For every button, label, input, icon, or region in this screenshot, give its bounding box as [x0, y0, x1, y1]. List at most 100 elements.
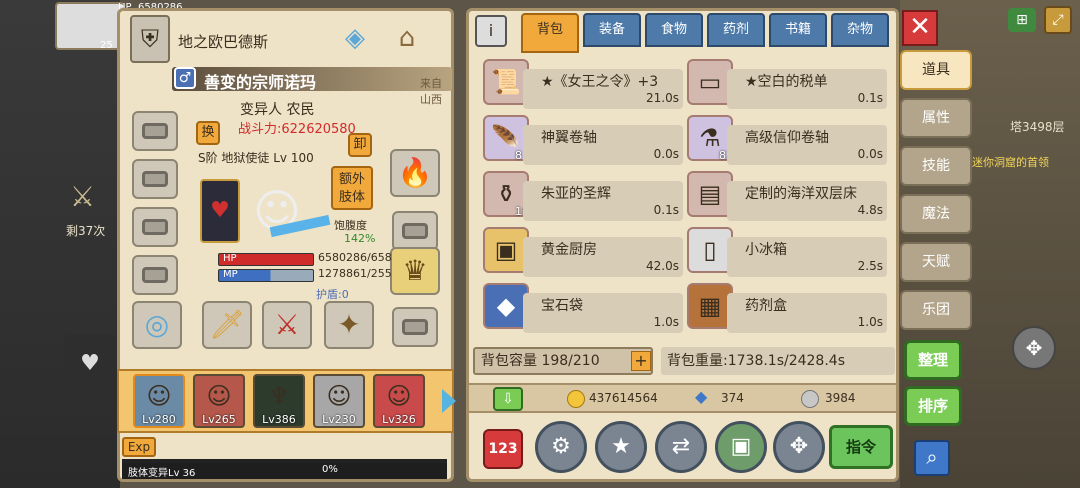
crystal-icon[interactable]: ◈ [334, 17, 376, 59]
lock-icon [142, 171, 168, 187]
extra-limb-button[interactable]: 额外肢体 [331, 166, 373, 210]
heart-icon[interactable]: ♥ [64, 334, 116, 394]
network-icon[interactable]: ⊞ [1008, 8, 1036, 32]
guild-emblem-icon[interactable]: ⛨ [130, 15, 170, 63]
expand-icon[interactable]: ⤢ [1044, 6, 1072, 34]
inventory-panel: i 背包 装备 食物 药剂 书籍 杂物 📜 ★《女王之令》+3 21.0s ▭ ★空白… [466, 8, 899, 482]
party-level: Lv230 [322, 413, 356, 426]
inventory-item[interactable]: 📜 ★《女王之令》+3 21.0s [483, 59, 683, 111]
silver-amount: 3984 [825, 391, 856, 405]
numbered-list-icon[interactable]: 123 [483, 429, 523, 469]
joystick-icon[interactable]: ✥ [1012, 326, 1056, 370]
gold-amount: 437614564 [589, 391, 658, 405]
bag-capacity: 背包容量 198/210 + [473, 347, 653, 375]
inventory-item[interactable]: ▦ 药剂盒 1.0s [687, 283, 887, 335]
unequip-button[interactable]: 卸 [348, 133, 372, 157]
locked-slot[interactable] [392, 211, 438, 251]
side-tab-magic[interactable]: 魔法 [900, 194, 972, 234]
compass-icon[interactable]: ✥ [773, 421, 825, 473]
bag-weight: 背包重量:1738.1s/2428.4s [661, 347, 895, 375]
hp-bar: HP [218, 253, 314, 266]
blade-equip-icon[interactable]: ⚔ [262, 301, 312, 349]
diamond-amount: 374 [721, 391, 744, 405]
inventory-item[interactable]: ⚗ 82 高级信仰卷轴 0.0s [687, 115, 887, 167]
locked-slot[interactable] [132, 207, 178, 247]
crossed-swords-icon[interactable]: ⚔ [70, 180, 95, 213]
locked-slot[interactable] [132, 159, 178, 199]
diamond-icon: ◆ [695, 387, 708, 406]
tab-books[interactable]: 书籍 [769, 13, 827, 47]
inventory-item[interactable]: ▭ ★空白的税单 0.1s [687, 59, 887, 111]
satiety-value: 142% [344, 232, 376, 245]
lock-icon [142, 267, 168, 283]
player-level: 25 [100, 40, 113, 51]
side-tab-band[interactable]: 乐团 [900, 290, 972, 330]
remaining-count: 剩37次 [66, 224, 106, 238]
currency-row: ⇩ 437614564 ◆ 374 3984 [469, 383, 896, 413]
command-button[interactable]: 指令 [829, 425, 893, 469]
flame-wing-icon[interactable]: 🔥 [390, 149, 440, 197]
tab-food[interactable]: 食物 [645, 13, 703, 47]
hero-title: S阶 地狱使徒 Lv 100 [198, 151, 314, 165]
close-icon[interactable]: ✕ [902, 10, 938, 46]
swap-button[interactable]: 换 [196, 121, 220, 145]
star-icon[interactable]: ★ [595, 421, 647, 473]
inventory-item[interactable]: ⚱ 16 朱亚的圣辉 0.1s [483, 171, 683, 223]
side-tab-talent[interactable]: 天赋 [900, 242, 972, 282]
player-portrait[interactable] [55, 2, 125, 50]
search-icon[interactable]: ⌕ [914, 440, 950, 476]
locked-slot[interactable] [132, 111, 178, 151]
side-tab-attributes[interactable]: 属性 [900, 98, 972, 138]
ring-icon[interactable]: ◎ [132, 301, 182, 349]
satiety-label: 饱腹度 [334, 219, 367, 232]
info-icon[interactable]: i [475, 15, 507, 47]
locked-slot[interactable] [132, 255, 178, 295]
inventory-item[interactable]: 🪶 8 神翼卷轴 0.0s [483, 115, 683, 167]
mp-value: 1278861/255 [318, 267, 392, 280]
party-member[interactable]: ☺ Lv280 [133, 374, 185, 428]
settings-gear-icon[interactable]: ⚙ [535, 421, 587, 473]
tab-equipment[interactable]: 装备 [583, 13, 641, 47]
side-tab-items[interactable]: 道具 [900, 50, 972, 90]
side-tab-skills[interactable]: 技能 [900, 146, 972, 186]
party-level: Lv280 [142, 413, 176, 426]
inventory-item[interactable]: ▤ 定制的海洋双层床 4.8s [687, 171, 887, 223]
expand-plus-icon[interactable]: + [631, 351, 651, 371]
download-icon[interactable]: ⇩ [493, 387, 523, 411]
lock-icon [402, 319, 428, 335]
party-avatar: ☺ [206, 382, 232, 410]
sword-equip-icon[interactable]: 🗡 [202, 301, 252, 349]
mp-bar: MP [218, 269, 314, 282]
scene-left [0, 0, 120, 488]
party-avatar: ♆ [268, 382, 290, 410]
party-next-arrow-icon[interactable] [442, 389, 456, 413]
inventory-item[interactable]: ▣ 黄金厨房 42.0s [483, 227, 683, 279]
party-avatar: ☺ [386, 382, 412, 410]
swap-arrows-icon[interactable]: ⇄ [655, 421, 707, 473]
party-member[interactable]: ☺ Lv265 [193, 374, 245, 428]
party-member[interactable]: ☺ Lv326 [373, 374, 425, 428]
party-row: ☺ Lv280 ☺ Lv265 ♆ Lv386 ☺ Lv230 ☺ Lv326 [117, 369, 454, 433]
limb-percent: 0% [322, 464, 338, 475]
locked-slot[interactable] [392, 307, 438, 347]
inventory-item[interactable]: ▯ 小冰箱 2.5s [687, 227, 887, 279]
party-member[interactable]: ♆ Lv386 [253, 374, 305, 428]
inventory-item[interactable]: ◆ 宝石袋 1.0s [483, 283, 683, 335]
tab-misc[interactable]: 杂物 [831, 13, 889, 47]
organize-button[interactable]: 整理 [904, 340, 962, 380]
race-class: 变异人 农民 [240, 102, 315, 118]
hero-avatar: ☺ [253, 184, 301, 238]
picture-icon[interactable]: ▣ [715, 421, 767, 473]
party-avatar: ☺ [146, 382, 172, 410]
character-panel: ⛨ 地之欧巴德斯 ◈ ⌂ ♂ 善变的宗师诺玛 来自山西 变异人 农民 战斗力:6… [117, 8, 456, 482]
gun-equip-icon[interactable]: ✦ [324, 301, 374, 349]
limb-label: 肢体变异Lv 36 [128, 468, 196, 479]
tab-potion[interactable]: 药剂 [707, 13, 765, 47]
party-member[interactable]: ☺ Lv230 [313, 374, 365, 428]
sort-button[interactable]: 排序 [904, 386, 962, 426]
capacity-text: 背包容量 198/210 [481, 353, 600, 369]
heart-card-icon: ♥ [200, 179, 240, 243]
tab-backpack[interactable]: 背包 [521, 13, 579, 53]
hanger-icon[interactable]: ⌂ [386, 17, 428, 59]
golden-throne-icon[interactable]: ♛ [390, 247, 440, 295]
